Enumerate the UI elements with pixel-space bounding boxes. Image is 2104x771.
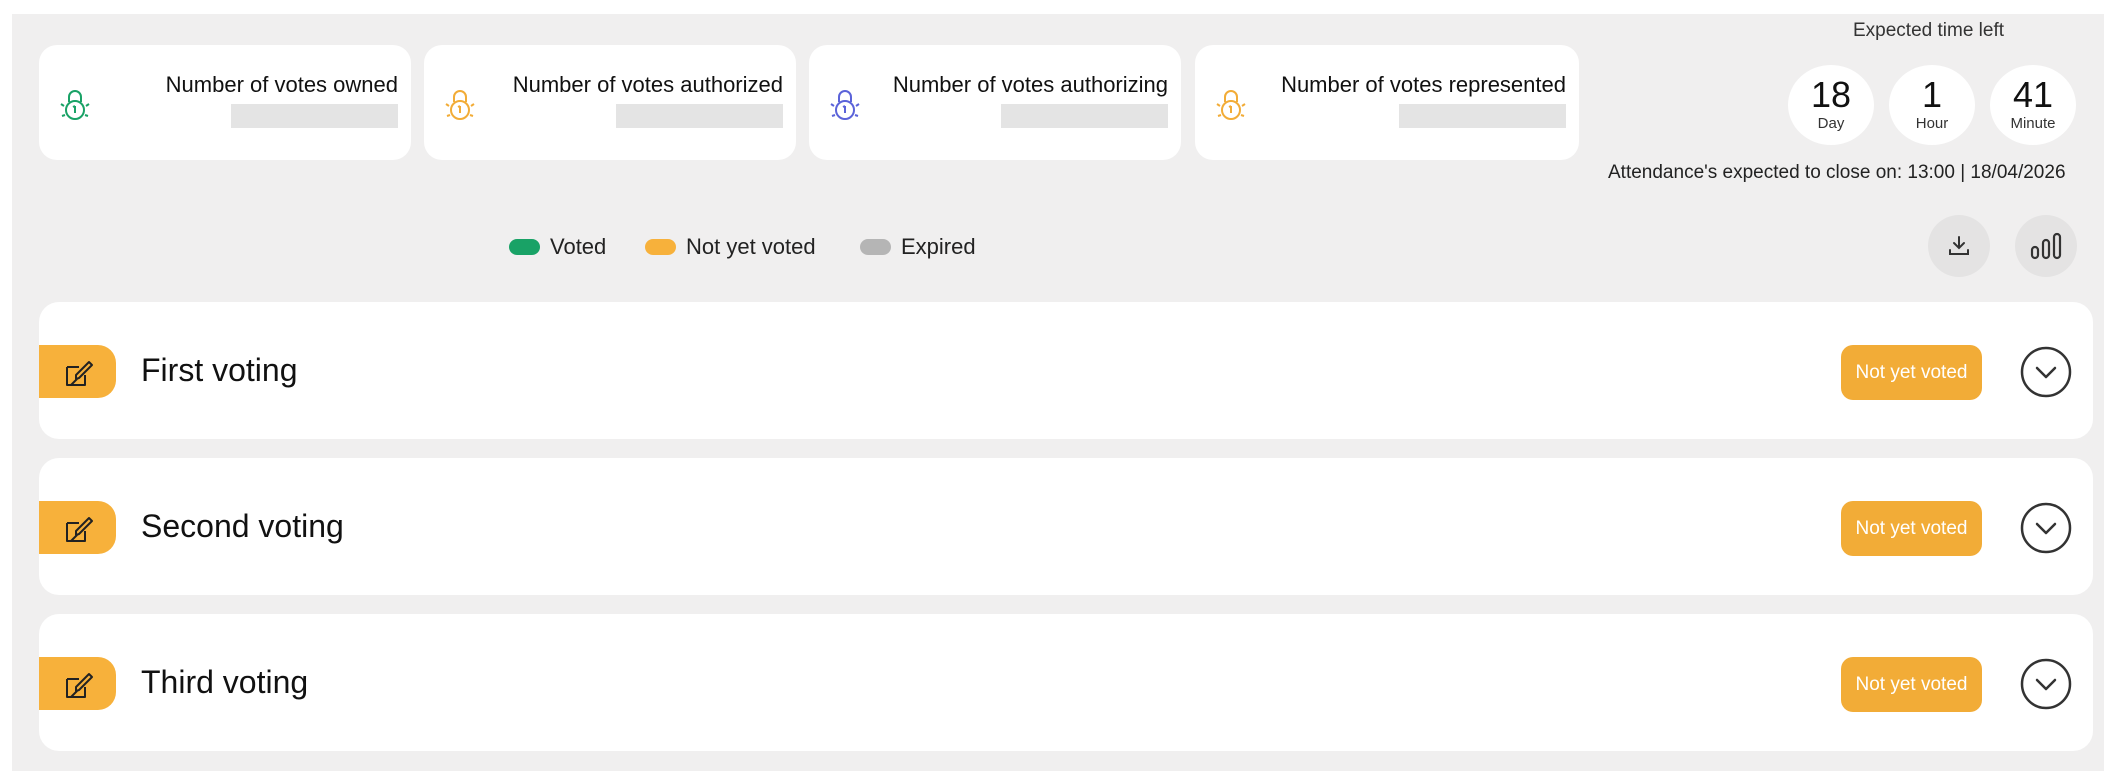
legend-dot [509,239,540,255]
stat-value-placeholder [231,104,398,128]
bar-chart-icon [2030,232,2062,260]
stat-label: Number of votes authorizing [892,72,1168,97]
timer-minutes-unit: Minute [2010,115,2056,132]
stat-value-placeholder [1399,104,1566,128]
stat-value-placeholder [1001,104,1168,128]
legend-label: Voted [550,234,607,259]
stat-label: Number of votes represented [1281,72,1566,97]
voting-card[interactable]: First voting Not yet voted [39,302,2093,439]
legend-label: Not yet voted [686,234,816,259]
voting-title: First voting [141,352,298,388]
timer-title: Expected time left [1853,20,2005,41]
stat-label: Number of votes authorized [512,72,783,97]
voting-title: Second voting [141,508,344,544]
voting-tab [39,345,116,398]
attendance-close-text: Attendance's expected to close on: 13:00… [1608,162,2066,183]
status-badge: Not yet voted [1841,345,1982,400]
timer-days-unit: Day [1817,115,1845,132]
timer-hours: 1 Hour [1889,65,1975,145]
voting-tab [39,657,116,710]
timer-days: 18 Day [1788,65,1874,145]
chart-button[interactable] [2015,215,2077,277]
stat-card-votes-authorized: Number of votes authorized [424,45,796,160]
timer-hours-unit: Hour [1915,115,1949,132]
status-badge: Not yet voted [1841,501,1982,556]
voting-title: Third voting [141,664,309,700]
chevron-down-icon[interactable] [2019,657,2073,711]
voting-card[interactable]: Third voting Not yet voted [39,614,2093,751]
timer-minutes: 41 Minute [1990,65,2076,145]
lock-icon [1216,90,1246,120]
legend-label: Expired [901,234,976,259]
timer-hours-value: 1 [1921,74,1943,115]
legend-dot [645,239,676,255]
ballot-icon [65,672,93,698]
legend-expired: Expired [860,234,976,259]
status-badge: Not yet voted [1841,657,1982,712]
stat-card-votes-represented: Number of votes represented [1195,45,1579,160]
stat-label: Number of votes owned [165,72,398,97]
chevron-down-icon[interactable] [2019,345,2073,399]
ballot-icon [65,360,93,386]
lock-icon [445,90,475,120]
timer-minutes-value: 41 [2012,74,2054,115]
download-icon [1949,236,1969,255]
timer-days-value: 18 [1810,74,1852,115]
stat-card-votes-owned: Number of votes owned [39,45,411,160]
ballot-icon [65,516,93,542]
stat-value-placeholder [616,104,783,128]
voting-tab [39,501,116,554]
chevron-down-icon[interactable] [2019,501,2073,555]
lock-icon [60,90,90,120]
legend-not-yet-voted: Not yet voted [645,234,816,259]
legend-voted: Voted [509,234,607,259]
voting-card[interactable]: Second voting Not yet voted [39,458,2093,595]
download-button[interactable] [1928,215,1990,277]
stat-card-votes-authorizing: Number of votes authorizing [809,45,1181,160]
lock-icon [830,90,860,120]
legend-dot [860,239,891,255]
